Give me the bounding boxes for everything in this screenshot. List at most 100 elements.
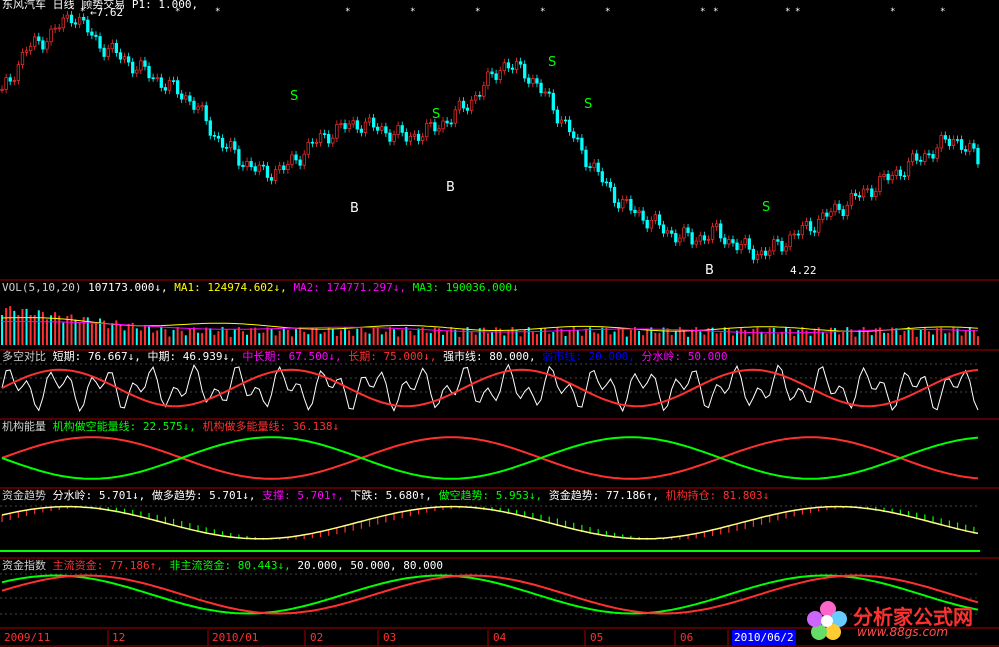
candle-body: [535, 78, 539, 84]
volume-bar: [37, 310, 40, 345]
candle-body: [812, 230, 817, 233]
candle-body: [310, 141, 315, 144]
candle-body: [82, 16, 86, 21]
volume-bar: [927, 331, 930, 345]
volume-bar: [711, 327, 714, 345]
volume-bar: [548, 333, 551, 345]
candle-body: [453, 109, 457, 124]
candle-body: [478, 94, 482, 97]
volume-bar: [339, 330, 342, 345]
candle-body: [947, 138, 952, 147]
volume-bar: [776, 333, 779, 345]
volume-bar: [17, 314, 20, 345]
candle-body: [796, 233, 800, 236]
panel2-label: 多空对比: [2, 350, 46, 363]
candle-body: [224, 147, 229, 149]
candle-body: [743, 238, 747, 245]
panel2-header: 多空对比 短期: 76.667↓, 中期: 46.939↓, 中长期: 67.5…: [2, 350, 728, 363]
candle-body: [28, 45, 33, 52]
candle-body: [935, 147, 939, 159]
volume-bar: [674, 331, 677, 345]
candle-body: [817, 218, 821, 233]
buy-signal: B: [446, 180, 455, 195]
volume-bar: [699, 331, 702, 345]
volume-bar: [299, 327, 302, 345]
candle-body: [837, 203, 841, 210]
candle-body: [633, 209, 637, 214]
panel2-short: 短期: 76.667↓,: [52, 350, 141, 363]
candle-body: [408, 135, 413, 142]
volume-bar: [789, 328, 792, 345]
candle-body: [616, 202, 621, 209]
candle-body: [768, 250, 772, 256]
volume-bar: [519, 336, 522, 345]
candle-body: [657, 214, 662, 226]
candle-body: [874, 190, 878, 197]
candle-body: [972, 143, 976, 149]
candle-body: [331, 137, 335, 144]
vol-ma1: MA1: 124974.602↓,: [174, 281, 287, 294]
candle-body: [751, 248, 756, 260]
volume-bar: [188, 328, 191, 345]
candle-body: [800, 225, 805, 236]
volume-bar: [854, 336, 857, 345]
volume-bar: [842, 331, 845, 345]
star-marker: *: [345, 7, 350, 17]
candle-body: [155, 77, 159, 80]
candle-body: [184, 95, 188, 100]
candle-body: [543, 91, 547, 94]
candle-body: [894, 169, 898, 176]
volume-bar: [964, 330, 967, 345]
volume-bar: [576, 330, 579, 345]
x-label-6: 05: [590, 631, 604, 644]
volume-bar: [470, 331, 473, 345]
volume-bar: [156, 330, 159, 345]
volume-bar: [478, 328, 481, 345]
star-marker: *: [410, 7, 415, 17]
stock-title: 东风汽车 日线: [2, 0, 75, 11]
candle-body: [759, 250, 764, 256]
candle-body: [12, 80, 16, 82]
x-label-cursor[interactable]: 2010/06/2: [732, 630, 796, 645]
candle-body: [727, 239, 731, 245]
candle-body: [731, 239, 735, 244]
volume-bar: [507, 330, 510, 345]
volume-bar: [311, 327, 314, 345]
candle-body: [539, 82, 543, 93]
candle-body: [237, 149, 241, 166]
volume-bar: [352, 335, 355, 345]
star-marker: *: [795, 7, 800, 17]
volume-bar: [295, 329, 298, 345]
volume-bar: [895, 328, 898, 345]
panel4-header: 资金趋势 分水岭: 5.701↓, 做多趋势: 5.701↓, 支撑: 5.70…: [2, 489, 769, 502]
candle-body: [829, 211, 833, 217]
panel2-weak: 弱市线: 20.000,: [542, 350, 635, 363]
candle-body: [151, 77, 155, 80]
volume-bar: [303, 331, 306, 345]
volume-bar: [21, 308, 24, 345]
jg-long-line: [1, 436, 979, 480]
vol-ma3: MA3: 190036.000↓: [412, 281, 519, 294]
volume-bar: [348, 330, 351, 345]
candle-body: [212, 135, 217, 137]
volume-bar: [968, 327, 971, 345]
panel4-label: 资金趋势: [2, 489, 46, 502]
candle-body: [388, 132, 392, 142]
candle-body: [94, 34, 98, 37]
buy-signal: B: [705, 263, 714, 278]
volume-bar: [731, 335, 734, 345]
volume-bar: [123, 330, 126, 345]
volume-bar: [785, 327, 788, 345]
candle-body: [77, 16, 82, 25]
star-marker: *: [475, 7, 480, 17]
candle-body: [343, 123, 347, 130]
volume-bar: [180, 330, 183, 345]
volume-bar: [233, 329, 236, 345]
candle-body: [510, 67, 515, 70]
fund-trend-line: [1, 505, 979, 540]
volume-bar: [568, 330, 571, 345]
stock-chart: SSSSSBBB* * * * * * * * * * * * * *: [0, 7, 999, 647]
candle-body: [931, 154, 935, 159]
candle-body: [114, 43, 119, 54]
candle-body: [363, 121, 368, 133]
